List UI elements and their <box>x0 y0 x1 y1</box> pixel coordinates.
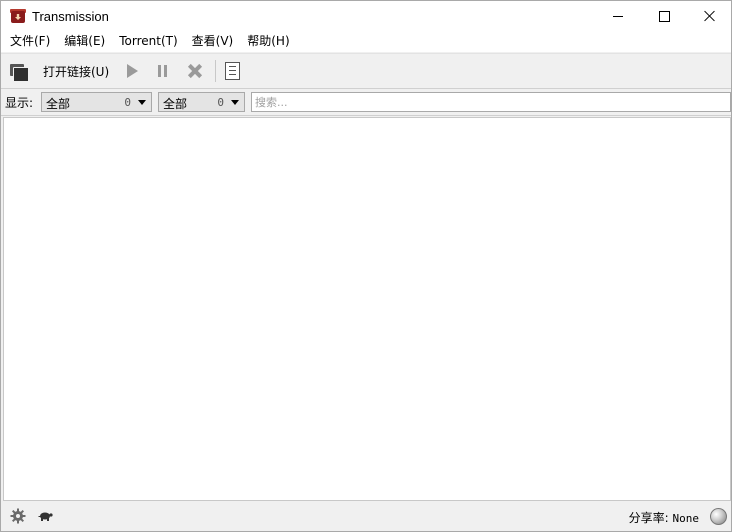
menu-view[interactable]: 查看(V) <box>185 31 241 52</box>
menu-help[interactable]: 帮助(H) <box>240 31 296 52</box>
ratio-label: 分享率: <box>628 511 669 525</box>
tracker-filter-dropdown[interactable]: 全部 0 <box>158 92 245 112</box>
ratio-display: 分享率: None <box>629 509 699 526</box>
menu-file[interactable]: 文件(F) <box>1 31 57 52</box>
chevron-down-icon <box>231 100 239 105</box>
search-input[interactable] <box>251 92 731 112</box>
menu-bar: 文件(F) 编辑(E) Torrent(T) 查看(V) 帮助(H) <box>1 31 731 52</box>
maximize-icon <box>658 10 670 22</box>
title-bar[interactable]: Transmission <box>1 1 731 31</box>
minimize-icon <box>613 15 623 17</box>
open-link-button[interactable]: 打开链接(U) <box>43 60 109 82</box>
maximize-button[interactable] <box>641 1 687 31</box>
properties-icon <box>225 62 240 80</box>
activity-filter-count: 0 <box>124 96 131 109</box>
torrent-list[interactable] <box>3 117 731 501</box>
window-title: Transmission <box>32 8 109 24</box>
show-label: 显示: <box>5 96 34 110</box>
ratio-mode-icon[interactable] <box>710 508 727 525</box>
transmission-app-icon <box>10 8 26 24</box>
ratio-value: None <box>672 512 700 525</box>
minimize-button[interactable] <box>595 1 641 31</box>
close-button[interactable] <box>687 1 732 31</box>
properties-button[interactable] <box>225 60 240 82</box>
turtle-speed-icon[interactable] <box>38 510 53 522</box>
menu-edit[interactable]: 编辑(E) <box>57 31 112 52</box>
gear-icon[interactable] <box>10 508 26 524</box>
remove-icon <box>188 64 202 78</box>
chevron-down-icon <box>138 100 146 105</box>
open-folder-icon <box>10 62 29 82</box>
menu-torrent[interactable]: Torrent(T) <box>112 31 184 52</box>
app-window: Transmission 文件(F) 编辑(E) Torrent(T) 查看(V… <box>0 0 732 532</box>
activity-filter-dropdown[interactable]: 全部 0 <box>41 92 152 112</box>
status-bar: 分享率: None <box>1 501 731 531</box>
tracker-filter-value: 全部 <box>163 97 188 111</box>
remove-button[interactable] <box>188 60 202 82</box>
toolbar: 打开链接(U) <box>1 53 731 89</box>
play-icon <box>127 64 138 78</box>
pause-button[interactable] <box>158 60 167 82</box>
activity-filter-value: 全部 <box>46 97 71 111</box>
pause-icon <box>158 65 167 77</box>
close-icon <box>704 10 716 22</box>
start-button[interactable] <box>127 60 138 82</box>
tracker-filter-count: 0 <box>217 96 224 109</box>
filter-bar: 显示: 全部 0 全部 0 <box>1 89 731 116</box>
toolbar-separator <box>215 60 216 82</box>
open-torrent-button[interactable] <box>10 60 29 82</box>
